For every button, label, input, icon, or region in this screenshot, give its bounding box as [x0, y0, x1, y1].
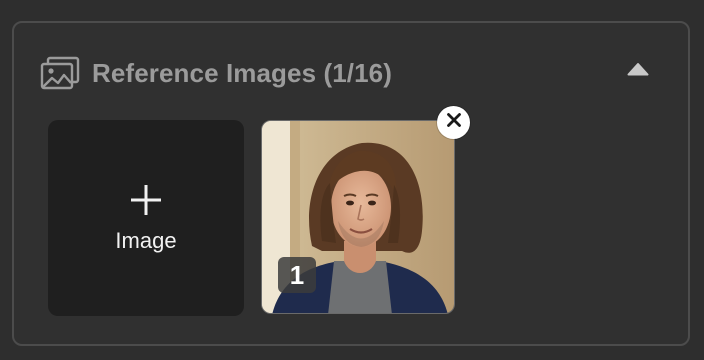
- reference-image-thumbnail[interactable]: 1: [261, 120, 455, 314]
- remove-image-button[interactable]: [437, 106, 470, 139]
- reference-images-panel: Reference Images (1/16) Image 1: [12, 21, 690, 346]
- caret-up-icon: [627, 62, 649, 81]
- add-image-button[interactable]: Image: [48, 120, 244, 316]
- add-image-label: Image: [115, 228, 177, 253]
- section-header[interactable]: Reference Images (1/16): [40, 53, 392, 93]
- collapse-button[interactable]: [625, 61, 651, 81]
- plus-icon: [128, 182, 164, 218]
- images-icon: [40, 56, 80, 90]
- section-title: Reference Images (1/16): [92, 57, 393, 88]
- close-icon: [446, 112, 462, 133]
- image-index-badge: 1: [278, 257, 316, 293]
